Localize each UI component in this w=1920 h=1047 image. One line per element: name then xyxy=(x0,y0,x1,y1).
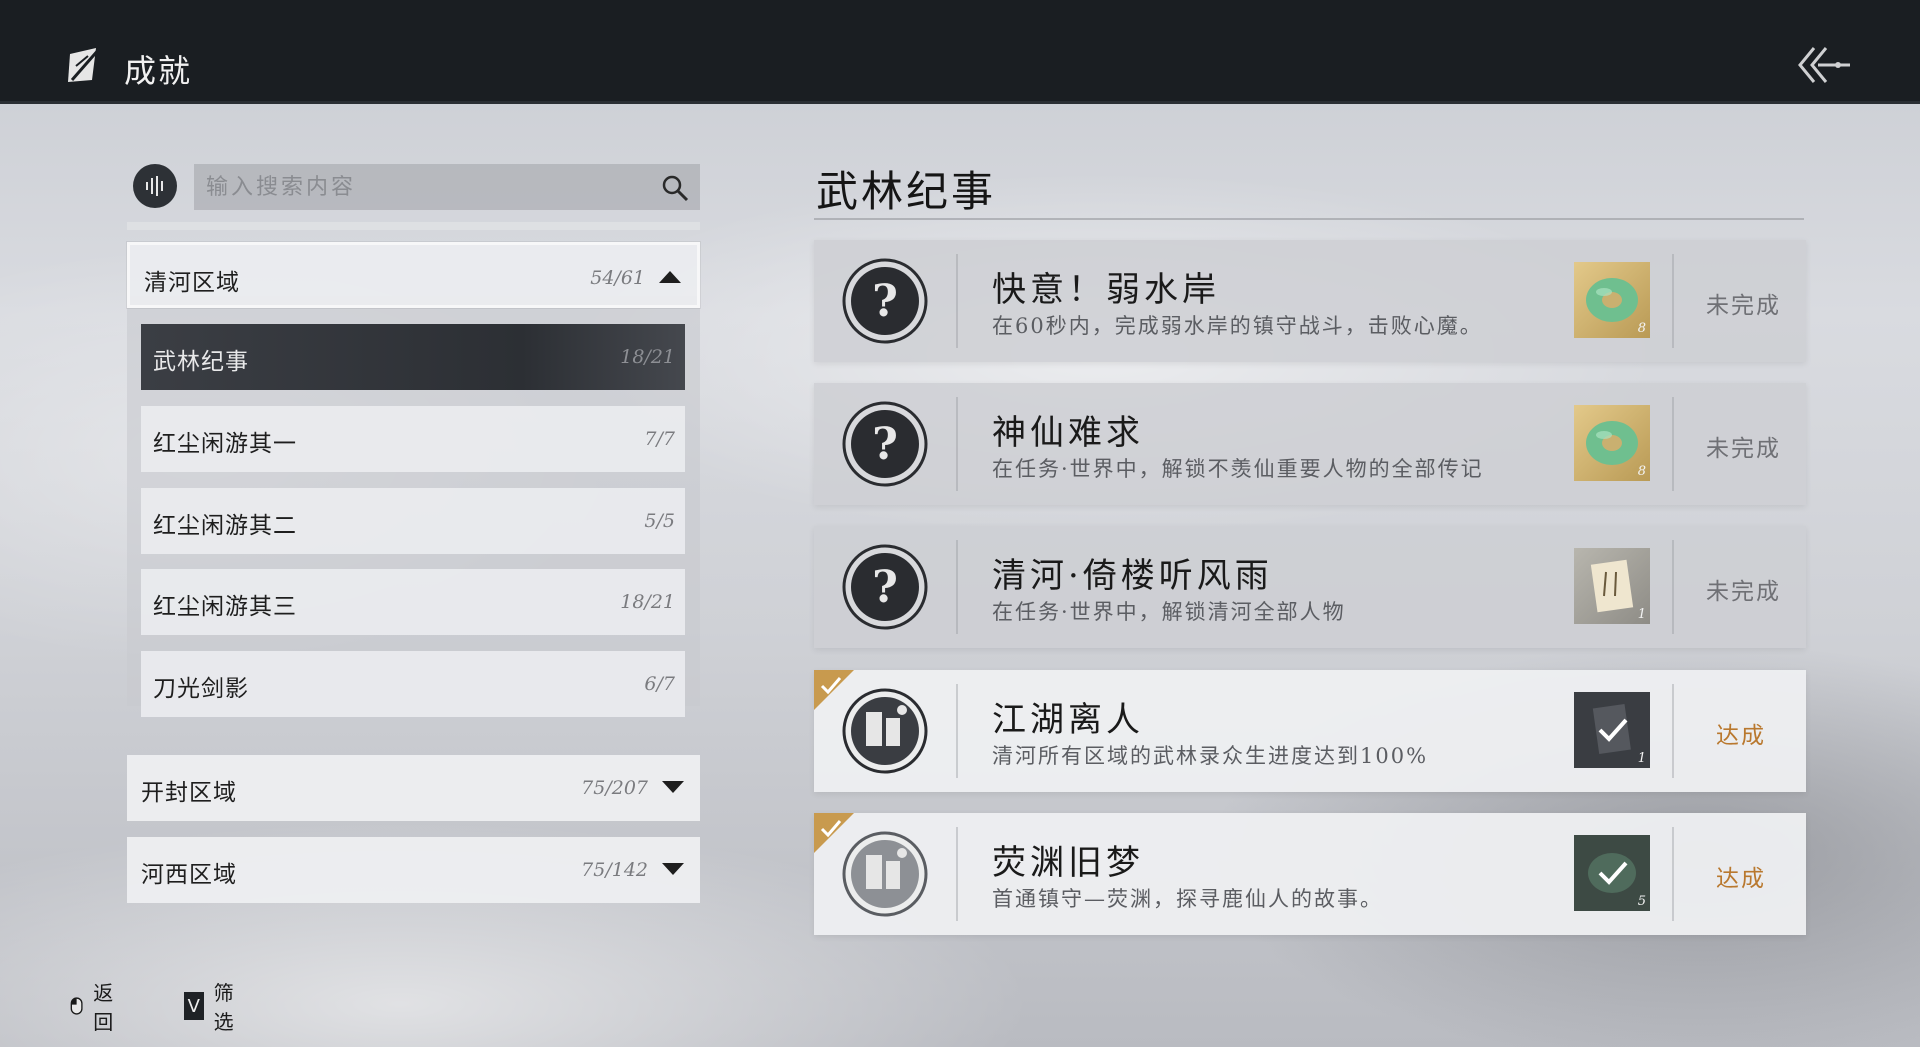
filter-hint[interactable]: V 筛选 xyxy=(184,981,243,1034)
unlocked-medal-icon xyxy=(842,831,928,917)
subitem-count: 6/7 xyxy=(644,673,675,695)
search-icon[interactable] xyxy=(661,174,689,202)
back-label: 返回 xyxy=(93,981,115,1034)
card-divider xyxy=(956,254,958,348)
region-kaifeng[interactable]: 开封区域 75/207 xyxy=(127,755,700,821)
achievement-title: 快意！弱水岸 xyxy=(992,270,1220,310)
region-name: 开封区域 xyxy=(141,780,237,806)
subitem-wulin-jishi[interactable]: 武林纪事 18/21 xyxy=(141,324,685,390)
subitem-name: 红尘闲游其二 xyxy=(153,513,297,539)
svg-text:?: ? xyxy=(872,562,898,613)
locked-medal-icon: ? xyxy=(842,544,928,630)
collapse-arrow-icon xyxy=(659,271,681,283)
expand-arrow-icon xyxy=(662,863,684,875)
search-input[interactable] xyxy=(194,164,700,210)
achievement-card[interactable]: ? 清河·倚楼听风雨 在任务·世界中，解锁清河全部人物 1 未完成 xyxy=(814,526,1806,648)
page-title: 成就 xyxy=(124,52,193,90)
filter-label: 筛选 xyxy=(213,981,235,1034)
achievement-status: 达成 xyxy=(1716,866,1766,892)
region-count: 75/207 xyxy=(581,777,648,799)
achievement-status: 未完成 xyxy=(1706,579,1781,605)
voice-wave-icon xyxy=(146,176,163,196)
region-name: 河西区域 xyxy=(141,862,237,888)
achievement-title: 江湖离人 xyxy=(992,700,1144,740)
locked-medal-icon: ? xyxy=(842,258,928,344)
reward-count: 8 xyxy=(1637,321,1646,336)
svg-text:?: ? xyxy=(872,276,898,327)
reward-item[interactable]: 5 xyxy=(1574,835,1650,911)
card-divider xyxy=(1672,397,1674,491)
subitem-name: 刀光剑影 xyxy=(153,676,249,702)
reward-item[interactable]: 1 xyxy=(1574,548,1650,624)
back-hint[interactable]: 返回 xyxy=(70,981,121,1034)
subitem-count: 18/21 xyxy=(620,346,675,368)
achievement-title: 神仙难求 xyxy=(992,413,1144,453)
subitem-hongchen-3[interactable]: 红尘闲游其三 18/21 xyxy=(141,569,685,635)
region-count: 54/61 xyxy=(590,267,645,289)
achievement-title: 荧渊旧梦 xyxy=(992,843,1144,883)
achievement-status: 未完成 xyxy=(1706,293,1781,319)
unlocked-medal-icon xyxy=(842,688,928,774)
achievement-status: 达成 xyxy=(1716,723,1766,749)
back-arrow-icon[interactable] xyxy=(1796,44,1852,86)
subitem-count: 5/5 xyxy=(644,510,675,532)
achievement-desc: 在60秒内，完成弱水岸的镇守战斗，击败心魔。 xyxy=(992,314,1483,338)
reward-item[interactable]: 8 xyxy=(1574,262,1650,338)
achievement-card[interactable]: 江湖离人 清河所有区域的武林录众生进度达到100% 1 达成 xyxy=(814,670,1806,792)
achievement-desc: 在任务·世界中，解锁清河全部人物 xyxy=(992,600,1346,624)
card-divider xyxy=(956,684,958,778)
subitem-count: 18/21 xyxy=(620,591,675,613)
region-qinghe[interactable]: 清河区域 54/61 xyxy=(127,242,700,308)
top-bar: 成就 xyxy=(0,0,1920,104)
reward-item[interactable]: 1 xyxy=(1574,692,1650,768)
card-divider xyxy=(1672,540,1674,634)
reward-count: 8 xyxy=(1637,464,1646,479)
achievement-desc: 清河所有区域的武林录众生进度达到100% xyxy=(992,744,1429,768)
svg-text:?: ? xyxy=(872,419,898,470)
subitem-name: 红尘闲游其一 xyxy=(153,431,297,457)
achievement-card[interactable]: ? 快意！弱水岸 在60秒内，完成弱水岸的镇守战斗，击败心魔。 8 未完成 xyxy=(814,240,1806,362)
card-divider xyxy=(956,540,958,634)
reward-count: 1 xyxy=(1637,751,1646,766)
achievement-card[interactable]: 荧渊旧梦 首通镇守—荧渊，探寻鹿仙人的故事。 5 达成 xyxy=(814,813,1806,935)
card-divider xyxy=(1672,254,1674,348)
expand-arrow-icon xyxy=(662,781,684,793)
voice-button[interactable] xyxy=(133,164,177,208)
card-divider xyxy=(1672,827,1674,921)
reward-item[interactable]: 8 xyxy=(1574,405,1650,481)
region-count: 75/142 xyxy=(581,859,648,881)
region-hexi[interactable]: 河西区域 75/142 xyxy=(127,837,700,903)
region-name: 清河区域 xyxy=(144,270,240,296)
achievement-desc: 在任务·世界中，解锁不羡仙重要人物的全部传记 xyxy=(992,457,1484,481)
subitem-daoguang-jianying[interactable]: 刀光剑影 6/7 xyxy=(141,651,685,717)
section-divider xyxy=(814,218,1804,220)
v-key-icon: V xyxy=(184,992,204,1020)
subitem-hongchen-2[interactable]: 红尘闲游其二 5/5 xyxy=(141,488,685,554)
subitem-name: 红尘闲游其三 xyxy=(153,594,297,620)
section-title: 武林纪事 xyxy=(816,167,997,216)
mouse-icon xyxy=(70,997,83,1015)
reward-count: 5 xyxy=(1637,894,1646,909)
locked-medal-icon: ? xyxy=(842,401,928,487)
achievement-card[interactable]: ? 神仙难求 在任务·世界中，解锁不羡仙重要人物的全部传记 8 未完成 xyxy=(814,383,1806,505)
achievement-title: 清河·倚楼听风雨 xyxy=(992,556,1273,596)
card-divider xyxy=(956,397,958,491)
panel-divider xyxy=(127,222,700,230)
subitem-hongchen-1[interactable]: 红尘闲游其一 7/7 xyxy=(141,406,685,472)
card-divider xyxy=(956,827,958,921)
card-divider xyxy=(1672,684,1674,778)
subitem-count: 7/7 xyxy=(644,428,675,450)
search-bar xyxy=(133,164,701,212)
reward-count: 1 xyxy=(1637,607,1646,622)
achievement-desc: 首通镇守—荧渊，探寻鹿仙人的故事。 xyxy=(992,887,1383,911)
subitem-name: 武林纪事 xyxy=(153,349,249,375)
achievement-status: 未完成 xyxy=(1706,436,1781,462)
achievement-logo-icon xyxy=(68,47,102,82)
